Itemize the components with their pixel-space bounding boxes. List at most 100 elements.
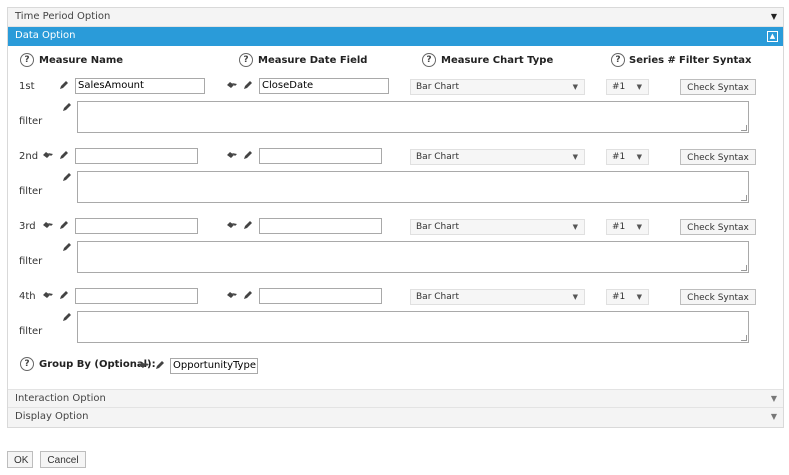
eraser-icon[interactable] (226, 79, 238, 91)
eraser-icon[interactable] (42, 219, 54, 231)
resize-grip-icon[interactable] (741, 265, 747, 271)
eraser-icon[interactable] (226, 219, 238, 231)
chart-type-value: Bar Chart (416, 82, 459, 92)
chart-type-select[interactable]: Bar Chart ▼ (410, 79, 585, 95)
check-syntax-button[interactable]: Check Syntax (680, 219, 756, 235)
help-icon[interactable]: ? (611, 53, 625, 67)
filter-textarea[interactable] (77, 311, 749, 343)
pencil-icon[interactable] (61, 101, 73, 113)
measure-name-input[interactable] (75, 288, 198, 304)
series-header: Series # (629, 55, 676, 66)
help-icon[interactable]: ? (239, 53, 253, 67)
date-field-input[interactable]: CloseDate (259, 78, 389, 94)
collapse-icon[interactable]: ▲ (767, 31, 778, 42)
caret-down-icon: ▼ (572, 153, 578, 161)
series-value: #1 (612, 82, 626, 92)
pencil-icon[interactable] (61, 311, 73, 323)
series-value: #1 (612, 292, 626, 302)
caret-down-icon: ▼ (572, 83, 578, 91)
check-syntax-button[interactable]: Check Syntax (680, 79, 756, 95)
interaction-section-header[interactable]: Interaction Option ▼ (8, 389, 783, 408)
data-option-body: ? Measure Name ? Measure Date Field ? Me… (8, 46, 783, 389)
pencil-icon[interactable] (242, 219, 254, 231)
series-select[interactable]: #1 ▼ (606, 219, 649, 235)
chevron-down-icon: ▼ (770, 12, 777, 21)
measure-name-input[interactable]: SalesAmount (75, 78, 205, 94)
pencil-icon[interactable] (154, 359, 166, 371)
measure-chart-type-header: Measure Chart Type (441, 55, 554, 66)
chart-type-select[interactable]: Bar Chart ▼ (410, 289, 585, 305)
chart-type-select[interactable]: Bar Chart ▼ (410, 219, 585, 235)
measure-date-field-header: Measure Date Field (258, 55, 368, 66)
pencil-icon[interactable] (58, 149, 70, 161)
pencil-icon[interactable] (61, 171, 73, 183)
pencil-icon[interactable] (61, 241, 73, 253)
filter-label: filter (19, 116, 43, 127)
filter-label: filter (19, 256, 43, 267)
eraser-icon[interactable] (138, 359, 150, 371)
pencil-icon[interactable] (58, 219, 70, 231)
resize-grip-icon[interactable] (741, 125, 747, 131)
interaction-section-title: Interaction Option (15, 393, 106, 404)
time-period-section-header[interactable]: Time Period Option ▼ (8, 8, 783, 27)
filter-textarea[interactable] (77, 241, 749, 273)
help-icon[interactable]: ? (20, 357, 34, 371)
filter-label: filter (19, 186, 43, 197)
filter-label: filter (19, 326, 43, 337)
display-section-title: Display Option (15, 411, 89, 422)
chart-type-value: Bar Chart (416, 292, 459, 302)
chevron-down-icon: ▼ (770, 394, 777, 403)
measure-name-header: Measure Name (39, 55, 124, 66)
filter-textarea[interactable] (77, 171, 749, 203)
display-section-header[interactable]: Display Option ▼ (8, 408, 783, 427)
eraser-icon[interactable] (226, 149, 238, 161)
caret-down-icon: ▼ (636, 223, 642, 231)
pencil-icon[interactable] (242, 289, 254, 301)
help-icon[interactable]: ? (422, 53, 436, 67)
help-icon[interactable]: ? (20, 53, 34, 67)
pencil-icon[interactable] (242, 149, 254, 161)
series-value: #1 (612, 222, 626, 232)
date-field-input[interactable] (259, 288, 382, 304)
pencil-icon[interactable] (58, 79, 70, 91)
caret-down-icon: ▼ (572, 223, 578, 231)
check-syntax-button[interactable]: Check Syntax (680, 149, 756, 165)
filter-textarea[interactable] (77, 101, 749, 133)
caret-down-icon: ▼ (572, 293, 578, 301)
row-label: 2nd (19, 151, 39, 162)
caret-down-icon: ▼ (636, 83, 642, 91)
caret-down-icon: ▼ (636, 293, 642, 301)
ok-button[interactable]: OK (7, 451, 33, 468)
chart-type-value: Bar Chart (416, 152, 459, 162)
time-period-section-title: Time Period Option (15, 11, 111, 22)
eraser-icon[interactable] (42, 149, 54, 161)
group-by-input[interactable]: OpportunityType (170, 358, 258, 374)
cancel-button[interactable]: Cancel (40, 451, 86, 468)
series-select[interactable]: #1 ▼ (606, 79, 649, 95)
measure-name-input[interactable] (75, 218, 198, 234)
eraser-icon[interactable] (226, 289, 238, 301)
data-option-section-title: Data Option (15, 30, 76, 41)
chart-type-select[interactable]: Bar Chart ▼ (410, 149, 585, 165)
options-panel: Time Period Option ▼ Data Option ▲ ? Mea… (7, 7, 784, 428)
pencil-icon[interactable] (58, 289, 70, 301)
date-field-input[interactable] (259, 218, 382, 234)
eraser-icon[interactable] (42, 289, 54, 301)
measure-name-input[interactable] (75, 148, 198, 164)
chevron-down-icon: ▼ (770, 412, 777, 421)
date-field-input[interactable] (259, 148, 382, 164)
chart-type-value: Bar Chart (416, 222, 459, 232)
filter-syntax-header: Filter Syntax (679, 55, 752, 66)
series-select[interactable]: #1 ▼ (606, 289, 649, 305)
row-label: 3rd (19, 221, 36, 232)
series-value: #1 (612, 152, 626, 162)
row-label: 4th (19, 291, 36, 302)
resize-grip-icon[interactable] (741, 335, 747, 341)
check-syntax-button[interactable]: Check Syntax (680, 289, 756, 305)
pencil-icon[interactable] (242, 79, 254, 91)
caret-down-icon: ▼ (636, 153, 642, 161)
resize-grip-icon[interactable] (741, 195, 747, 201)
data-option-section-header[interactable]: Data Option ▲ (8, 27, 783, 46)
row-label: 1st (19, 81, 35, 92)
series-select[interactable]: #1 ▼ (606, 149, 649, 165)
